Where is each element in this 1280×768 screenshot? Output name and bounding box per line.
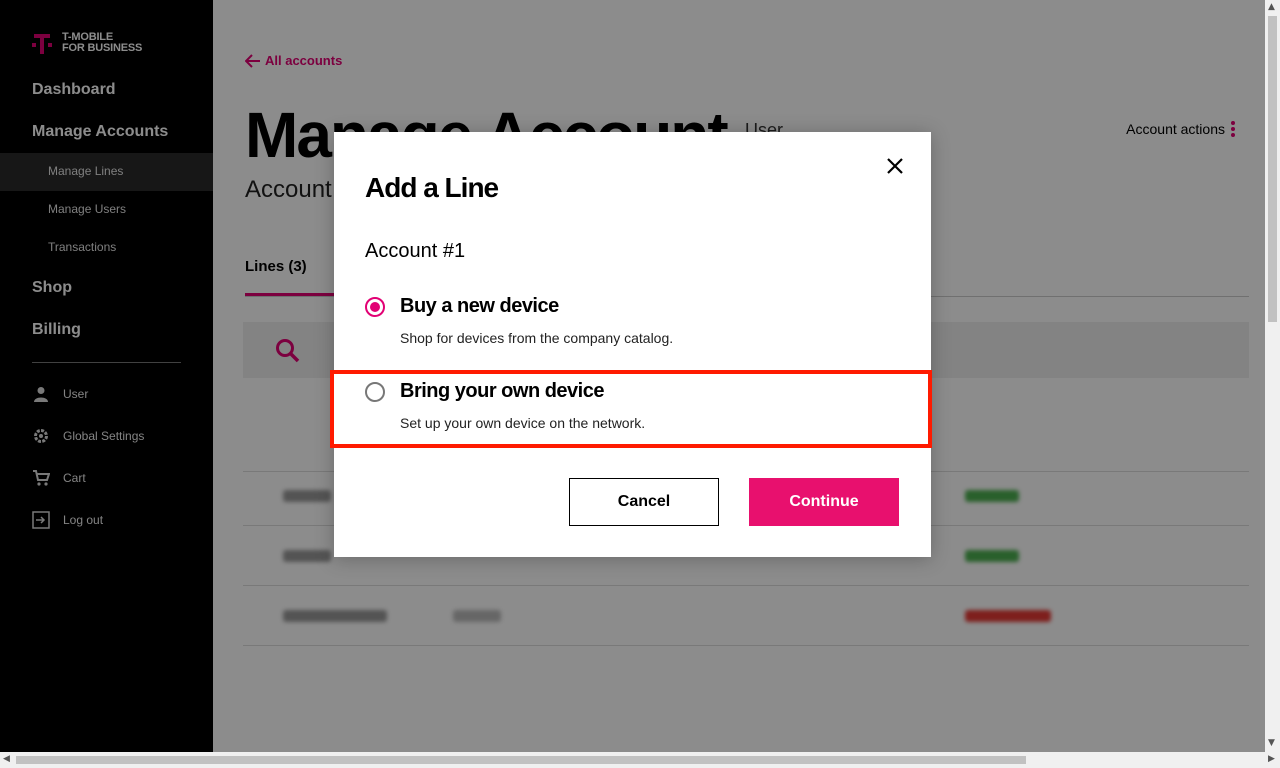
close-icon [887,158,903,174]
vertical-scrollbar[interactable]: ▲ ▼ [1265,0,1280,752]
modal-account-label: Account #1 [365,240,466,262]
horizontal-scrollbar[interactable]: ◀ ▶ [0,752,1280,768]
close-button[interactable] [885,156,905,176]
horizontal-scroll-thumb[interactable] [16,756,1026,764]
option-buy-new-device-desc: Shop for devices from the company catalo… [400,330,674,346]
modal-title: Add a Line [365,172,499,203]
radio-buy-new-device[interactable] [365,297,385,317]
scroll-right-icon[interactable]: ▶ [1268,754,1275,764]
highlight-box [330,370,932,448]
cancel-button[interactable]: Cancel [569,478,719,526]
vertical-scroll-thumb[interactable] [1268,16,1277,322]
scroll-left-icon[interactable]: ◀ [3,754,10,764]
add-line-modal: Add a Line Account #1 Buy a new device S… [334,132,931,557]
scroll-down-icon[interactable]: ▼ [1268,738,1275,748]
continue-button[interactable]: Continue [749,478,899,526]
scroll-up-icon[interactable]: ▲ [1268,2,1275,12]
option-buy-new-device-title: Buy a new device [400,295,559,317]
